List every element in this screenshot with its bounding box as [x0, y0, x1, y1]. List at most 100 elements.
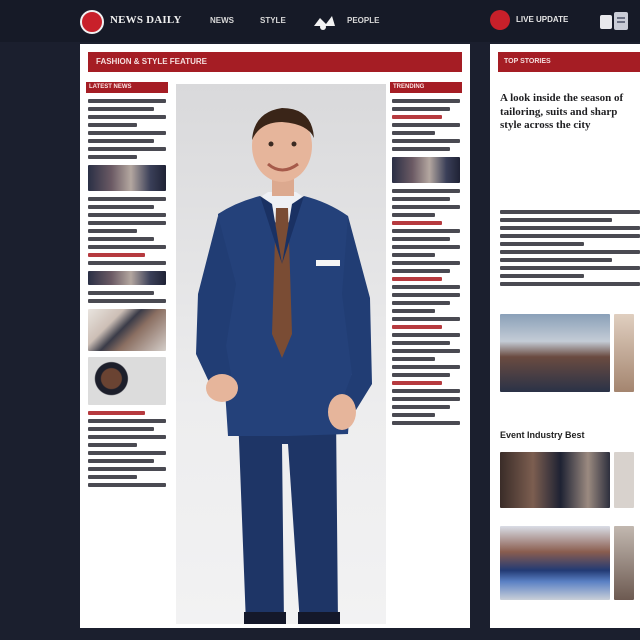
nav-item-people[interactable]: PEOPLE: [347, 16, 379, 25]
news-thumbnail[interactable]: [88, 357, 166, 405]
text-line: [392, 147, 450, 151]
text-line: [88, 253, 146, 257]
text-line: [392, 341, 450, 345]
story-image[interactable]: [614, 314, 634, 392]
logo-icon[interactable]: [80, 10, 104, 34]
text-line: [392, 269, 450, 273]
text-line: [392, 107, 450, 111]
side-article-panel: TOP STORIES A look inside the season of …: [490, 44, 640, 628]
text-line: [392, 333, 460, 337]
text-line: [500, 250, 640, 254]
text-line: [392, 349, 460, 353]
text-line: [88, 459, 154, 463]
text-line: [392, 253, 436, 257]
side-subheading[interactable]: Event Industry Best: [500, 430, 640, 440]
right-column-heading[interactable]: TRENDING: [390, 82, 462, 93]
text-line: [392, 413, 436, 417]
text-line: [88, 229, 138, 233]
text-line: [392, 365, 460, 369]
text-line: [392, 381, 443, 385]
article-panel: FASHION & STYLE FEATURE LATEST NEWS TREN…: [80, 44, 470, 628]
nav-item-news[interactable]: NEWS: [210, 16, 234, 25]
text-line: [392, 237, 450, 241]
text-line: [88, 435, 166, 439]
text-line: [392, 115, 443, 119]
side-headline[interactable]: A look inside the season of tailoring, s…: [500, 92, 640, 133]
man-in-suit-illustration: [196, 108, 372, 624]
news-thumbnail[interactable]: [88, 271, 166, 285]
text-line: [392, 189, 460, 193]
story-image[interactable]: [500, 314, 610, 392]
text-line: [88, 411, 146, 415]
text-line: [392, 245, 460, 249]
text-line: [392, 229, 460, 233]
news-thumbnail[interactable]: [392, 157, 460, 183]
text-line: [88, 475, 138, 479]
text-line: [500, 282, 640, 286]
text-line: [500, 242, 584, 246]
text-line: [88, 261, 166, 265]
side-text-block: [500, 206, 640, 290]
text-line: [392, 197, 450, 201]
text-line: [392, 357, 436, 361]
hero-image[interactable]: [176, 84, 386, 624]
text-line: [88, 147, 166, 151]
text-line: [392, 205, 460, 209]
top-navigation-bar: NEWS DAILY NEWS STYLE PEOPLE LIVE UPDATE: [0, 0, 640, 42]
text-line: [500, 218, 612, 222]
page-footer-strip: [0, 628, 640, 640]
text-line: [500, 210, 640, 214]
text-line: [88, 245, 166, 249]
story-image[interactable]: [614, 526, 634, 600]
text-line: [392, 309, 436, 313]
text-line: [500, 234, 640, 238]
text-line: [392, 261, 460, 265]
text-line: [88, 115, 166, 119]
nav-item-style[interactable]: STYLE: [260, 16, 286, 25]
text-line: [88, 205, 154, 209]
text-line: [500, 274, 584, 278]
live-update-link[interactable]: LIVE UPDATE: [516, 15, 568, 24]
text-line: [88, 427, 154, 431]
text-line: [88, 131, 166, 135]
text-line: [88, 291, 154, 295]
article-header-banner[interactable]: FASHION & STYLE FEATURE: [88, 52, 462, 72]
text-line: [392, 405, 450, 409]
side-header-banner[interactable]: TOP STORIES: [498, 52, 640, 72]
left-news-column: LATEST NEWS: [86, 82, 168, 622]
story-image[interactable]: [614, 452, 634, 508]
text-line: [500, 266, 640, 270]
text-line: [500, 258, 612, 262]
text-line: [392, 325, 443, 329]
text-line: [392, 397, 460, 401]
news-thumbnail[interactable]: [88, 165, 166, 191]
text-line: [88, 299, 166, 303]
text-line: [392, 285, 460, 289]
text-line: [88, 213, 166, 217]
text-line: [392, 373, 450, 377]
text-line: [392, 131, 436, 135]
right-news-column: TRENDING: [390, 82, 462, 622]
text-line: [392, 99, 460, 103]
text-line: [88, 221, 166, 225]
live-indicator-icon: [490, 10, 510, 30]
text-line: [88, 237, 154, 241]
text-line: [392, 213, 436, 217]
text-line: [88, 139, 154, 143]
text-line: [88, 451, 166, 455]
text-line: [88, 123, 138, 127]
user-icon[interactable]: [598, 9, 632, 33]
text-line: [88, 483, 166, 487]
pawprint-icon[interactable]: [308, 12, 338, 32]
text-line: [392, 421, 460, 425]
story-image[interactable]: [500, 452, 610, 508]
text-line: [392, 293, 460, 297]
left-column-heading[interactable]: LATEST NEWS: [86, 82, 168, 93]
story-image[interactable]: [500, 526, 610, 600]
text-line: [88, 467, 166, 471]
text-line: [392, 317, 460, 321]
text-line: [88, 419, 166, 423]
text-line: [392, 301, 450, 305]
brand-title[interactable]: NEWS DAILY: [110, 14, 182, 26]
news-thumbnail[interactable]: [88, 309, 166, 351]
